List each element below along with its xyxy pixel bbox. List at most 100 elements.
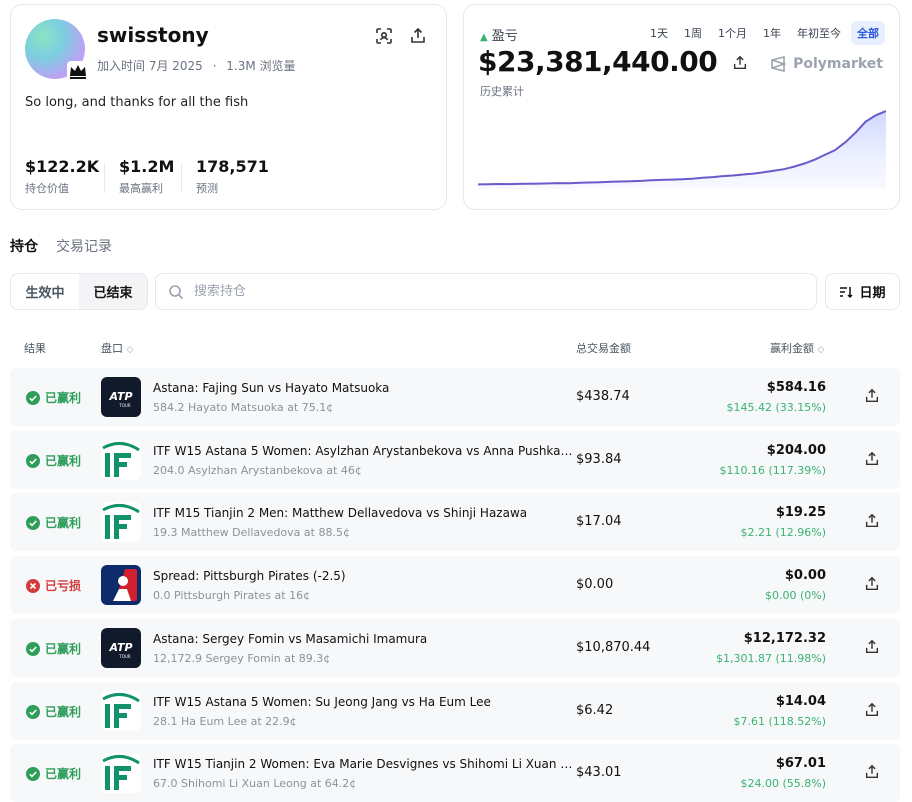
table-row[interactable]: 已赢利 ITF W15 Tianjin 2 Women: Eva Marie De… <box>10 744 900 802</box>
pnl-card: ▲ 盈亏 1天 1周 1个月 1年 年初至今 全部 $23,381,440.00 … <box>463 4 900 210</box>
market-title[interactable]: Astana: Sergey Fomin vs Masamichi Imamur… <box>153 632 427 646</box>
header-won[interactable]: 赢利金额 ◇ <box>770 340 824 356</box>
check-circle-icon <box>26 390 40 405</box>
share-icon[interactable] <box>864 513 880 529</box>
share-icon[interactable] <box>864 388 880 404</box>
market-title[interactable]: ITF M15 Tianjin 2 Men: Matthew Dellavedo… <box>153 506 527 520</box>
filter-closed[interactable]: 已结束 <box>79 274 147 309</box>
share-icon[interactable] <box>864 451 880 467</box>
search-box <box>155 273 817 310</box>
header-market[interactable]: 盘口 ◇ <box>101 340 133 356</box>
svg-text:TOUR: TOUR <box>118 403 131 408</box>
amount-won: $584.16 <box>766 380 826 395</box>
amount-won: $12,172.32 <box>743 631 826 646</box>
position-detail: 584.2 Hayato Matsuoka at 75.1¢ <box>153 401 334 414</box>
table-row[interactable]: 已赢利 ITF M15 Tianjin 2 Men: Matthew Dellav… <box>10 493 900 551</box>
stat-divider <box>181 163 182 193</box>
result-status: 已亏损 <box>26 577 81 594</box>
joined-date: 加入时间 7月 2025 <box>97 59 203 73</box>
tab-positions[interactable]: 持仓 <box>10 236 38 256</box>
table-row[interactable]: 已赢利 ITF W15 Astana 5 Women: Su Jeong Jang… <box>10 682 900 740</box>
profile-meta: 加入时间 7月 2025 · 1.3M 浏览量 <box>97 59 296 73</box>
header-traded: 总交易金额 <box>576 342 631 355</box>
pnl-value: $23,381,440.00 <box>478 45 748 78</box>
profile-card: swisstony 加入时间 7月 2025 · 1.3M 浏览量 So lon… <box>10 4 447 210</box>
table-header: 结果 盘口 ◇ 总交易金额 赢利金额 ◇ <box>10 332 900 362</box>
amount-won: $204.00 <box>766 443 826 458</box>
result-status: 已赢利 <box>26 389 81 406</box>
result-status: 已赢利 <box>26 640 81 657</box>
filter-active[interactable]: 生效中 <box>11 274 79 309</box>
gain-percent: $0.00 (0%) <box>764 589 826 602</box>
market-logo: ATP TOUR <box>101 377 141 417</box>
svg-text:TOUR: TOUR <box>118 654 131 659</box>
range-ytd[interactable]: 年初至今 <box>791 21 847 45</box>
market-title[interactable]: ITF W15 Tianjin 2 Women: Eva Marie Desvi… <box>153 757 573 771</box>
x-circle-icon <box>26 578 40 593</box>
result-status: 已赢利 <box>26 514 81 531</box>
market-logo <box>101 565 141 605</box>
total-traded: $10,870.44 <box>576 640 651 655</box>
range-1w[interactable]: 1周 <box>678 21 708 45</box>
total-traded: $93.84 <box>576 452 622 467</box>
check-circle-icon <box>26 641 40 656</box>
share-icon[interactable] <box>864 702 880 718</box>
total-traded: $438.74 <box>576 389 630 404</box>
position-detail: 28.1 Ha Eum Lee at 22.9¢ <box>153 715 297 728</box>
search-input[interactable] <box>194 284 794 299</box>
table-row[interactable]: 已赢利 ATP TOUR Astana: Fajing Sun vs Hayato M… <box>10 368 900 426</box>
table-row[interactable]: 已赢利 ATP TOUR Astana: Sergey Fomin vs Masami… <box>10 619 900 677</box>
position-detail: 12,172.9 Sergey Fomin at 89.3¢ <box>153 652 331 665</box>
total-traded: $17.04 <box>576 514 622 529</box>
table-row[interactable]: 已赢利 ITF W15 Astana 5 Women: Asylzhan Arys… <box>10 431 900 489</box>
polymarket-logo: Polymarket <box>769 55 883 73</box>
share-icon[interactable] <box>732 55 748 71</box>
market-logo <box>101 753 141 793</box>
gain-percent: $24.00 (55.8%) <box>740 777 826 790</box>
tab-activity[interactable]: 交易记录 <box>56 236 112 256</box>
username: swisstony <box>97 23 209 47</box>
share-icon[interactable] <box>864 576 880 592</box>
position-detail: 0.0 Pittsburgh Pirates at 16¢ <box>153 589 311 602</box>
table-row[interactable]: 已亏损 Spread: Pittsburgh Pirates (-2.5) 0.0 … <box>10 556 900 614</box>
range-1y[interactable]: 1年 <box>757 21 787 45</box>
market-logo: ATP TOUR <box>101 628 141 668</box>
main-tabs: 持仓 交易记录 <box>10 236 112 256</box>
market-title[interactable]: Astana: Fajing Sun vs Hayato Matsuoka <box>153 381 389 395</box>
check-circle-icon <box>26 515 40 530</box>
gain-percent: $145.42 (33.15%) <box>726 401 826 414</box>
result-status: 已赢利 <box>26 703 81 720</box>
market-logo <box>101 502 141 542</box>
pnl-label: ▲ 盈亏 <box>480 29 518 44</box>
share-icon[interactable] <box>864 639 880 655</box>
range-1d[interactable]: 1天 <box>644 21 674 45</box>
share-icon[interactable] <box>864 764 880 780</box>
sort-icon <box>840 286 854 298</box>
check-circle-icon <box>26 453 40 468</box>
pnl-sublabel: 历史累计 <box>480 85 524 98</box>
result-status: 已赢利 <box>26 452 81 469</box>
market-title[interactable]: ITF W15 Astana 5 Women: Su Jeong Jang vs… <box>153 695 491 709</box>
stat-predictions: 178,571 预测 <box>196 157 269 195</box>
view-count: 1.3M 浏览量 <box>226 59 296 73</box>
range-1m[interactable]: 1个月 <box>712 21 753 45</box>
result-status: 已赢利 <box>26 765 81 782</box>
position-detail: 204.0 Asylzhan Arystanbekova at 46¢ <box>153 464 362 477</box>
position-detail: 19.3 Matthew Dellavedova at 88.5¢ <box>153 526 350 539</box>
market-title[interactable]: Spread: Pittsburgh Pirates (-2.5) <box>153 569 346 583</box>
search-icon <box>169 284 184 299</box>
crown-icon <box>67 61 89 81</box>
svg-text:ATP: ATP <box>108 641 132 654</box>
pnl-chart <box>478 110 886 189</box>
time-range-selector: 1天 1周 1个月 1年 年初至今 全部 <box>644 21 885 45</box>
range-all[interactable]: 全部 <box>851 21 885 45</box>
scan-icon[interactable] <box>375 27 393 45</box>
sort-date-button[interactable]: 日期 <box>825 273 900 310</box>
stat-biggest-win: $1.2M 最高赢利 <box>119 157 175 195</box>
gain-percent: $7.61 (118.52%) <box>733 715 826 728</box>
share-icon[interactable] <box>409 27 427 45</box>
sort-toggle-icon: ◇ <box>126 345 134 355</box>
header-result: 结果 <box>24 342 46 355</box>
market-logo <box>101 440 141 480</box>
market-title[interactable]: ITF W15 Astana 5 Women: Asylzhan Arystan… <box>153 444 573 458</box>
